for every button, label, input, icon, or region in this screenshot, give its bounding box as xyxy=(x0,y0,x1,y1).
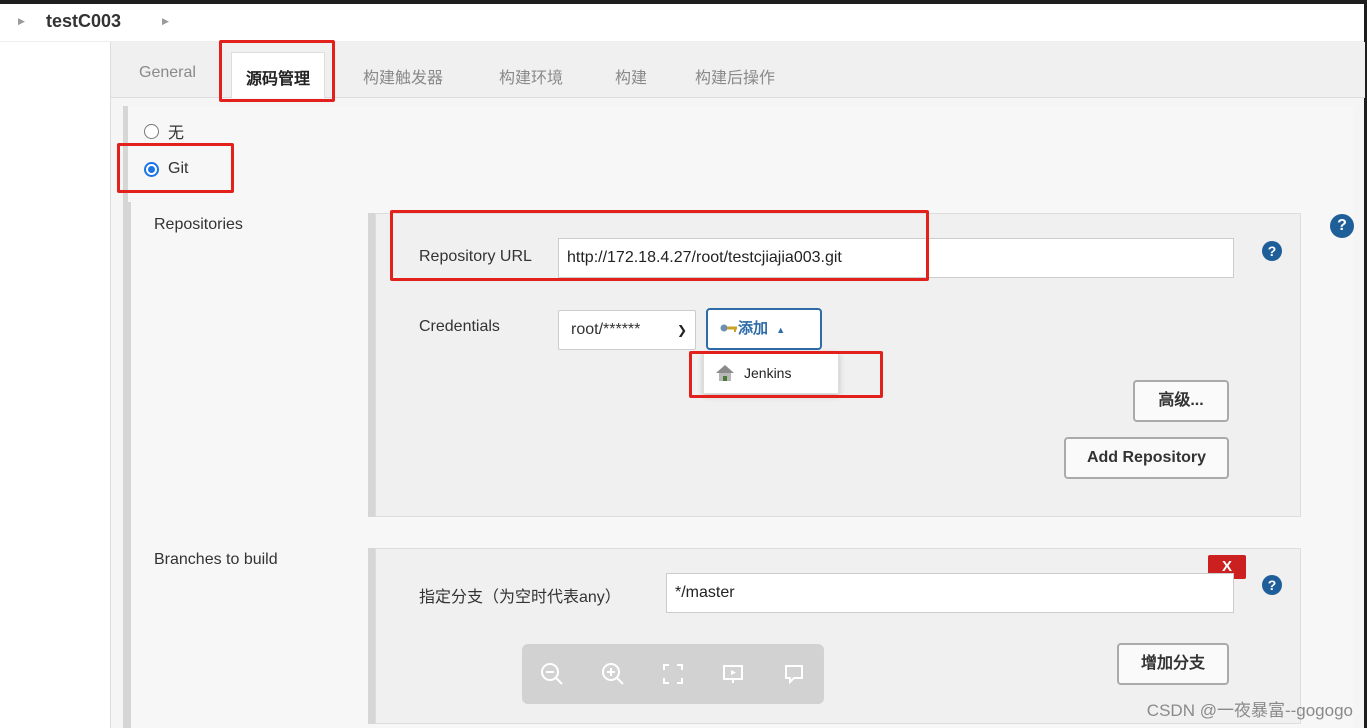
repositories-panel-bar xyxy=(368,213,375,517)
branch-specifier-help-icon[interactable]: ? xyxy=(1262,575,1282,595)
tab-source-code-management[interactable]: 源码管理 xyxy=(231,52,326,98)
breadcrumb-arrow-icon[interactable]: ▶ xyxy=(162,16,169,27)
dropdown-item-jenkins-label: Jenkins xyxy=(744,365,792,381)
key-icon xyxy=(720,324,737,332)
jenkins-house-icon xyxy=(716,365,734,381)
add-credentials-label: 添加 xyxy=(738,320,769,337)
credentials-select[interactable]: root/****** ❯ xyxy=(558,310,696,350)
repositories-help-icon[interactable]: ? xyxy=(1330,214,1354,238)
branch-specifier-label: 指定分支（为空时代表any） xyxy=(419,589,621,606)
radio-git[interactable] xyxy=(144,161,159,177)
zoom-in-icon[interactable] xyxy=(595,656,631,692)
tab-build[interactable]: 构建 xyxy=(615,64,647,88)
dropdown-item-jenkins[interactable]: Jenkins xyxy=(704,353,838,393)
scm-option-none[interactable]: 无 xyxy=(144,119,184,143)
tab-build-environment[interactable]: 构建环境 xyxy=(499,64,563,88)
add-credentials-button[interactable]: 添加 ▲ xyxy=(706,308,822,350)
credentials-provider-dropdown: Jenkins xyxy=(703,352,839,394)
zoom-out-icon[interactable] xyxy=(534,656,570,692)
config-tabbar: General 源码管理 构建触发器 构建环境 构建 构建后操作 xyxy=(111,42,1365,98)
fullscreen-icon[interactable] xyxy=(655,656,691,692)
tab-build-triggers[interactable]: 构建触发器 xyxy=(363,64,443,88)
chevron-down-icon: ❯ xyxy=(676,323,687,337)
scm-option-git-label: Git xyxy=(168,160,189,177)
slideshow-icon[interactable] xyxy=(715,656,751,692)
tab-general[interactable]: General xyxy=(139,64,196,82)
repository-url-label: Repository URL xyxy=(419,248,532,265)
credentials-label: Credentials xyxy=(419,318,500,335)
advanced-button[interactable]: 高级... xyxy=(1133,380,1229,422)
breadcrumb-arrow-icon[interactable]: ▶ xyxy=(18,16,25,27)
radio-none[interactable] xyxy=(144,123,159,139)
repository-url-input[interactable]: http://172.18.4.27/root/testcjiajia003.g… xyxy=(558,238,1234,278)
repository-url-help-icon[interactable]: ? xyxy=(1262,241,1282,261)
breadcrumb: ▶ testC003 ▶ xyxy=(0,4,1364,42)
add-branch-button[interactable]: 增加分支 xyxy=(1117,643,1229,685)
branch-specifier-input[interactable]: */master xyxy=(666,573,1234,613)
watermark: CSDN @一夜暴富--gogogo xyxy=(1146,701,1353,720)
git-section-bar xyxy=(123,202,131,728)
left-margin xyxy=(0,42,110,728)
scm-option-none-label: 无 xyxy=(168,125,185,142)
image-viewer-toolbar xyxy=(522,644,824,704)
branches-to-build-label: Branches to build xyxy=(154,551,278,568)
tab-post-build-actions[interactable]: 构建后操作 xyxy=(695,64,775,88)
add-repository-button[interactable]: Add Repository xyxy=(1064,437,1229,479)
breadcrumb-job-title[interactable]: testC003 xyxy=(46,11,121,32)
repositories-label: Repositories xyxy=(154,216,243,233)
caret-up-icon: ▲ xyxy=(776,325,786,335)
credentials-selected-value: root/****** xyxy=(571,321,641,338)
scm-option-git[interactable]: Git xyxy=(144,160,188,178)
comment-icon[interactable] xyxy=(776,656,812,692)
branches-panel-bar xyxy=(368,548,375,724)
